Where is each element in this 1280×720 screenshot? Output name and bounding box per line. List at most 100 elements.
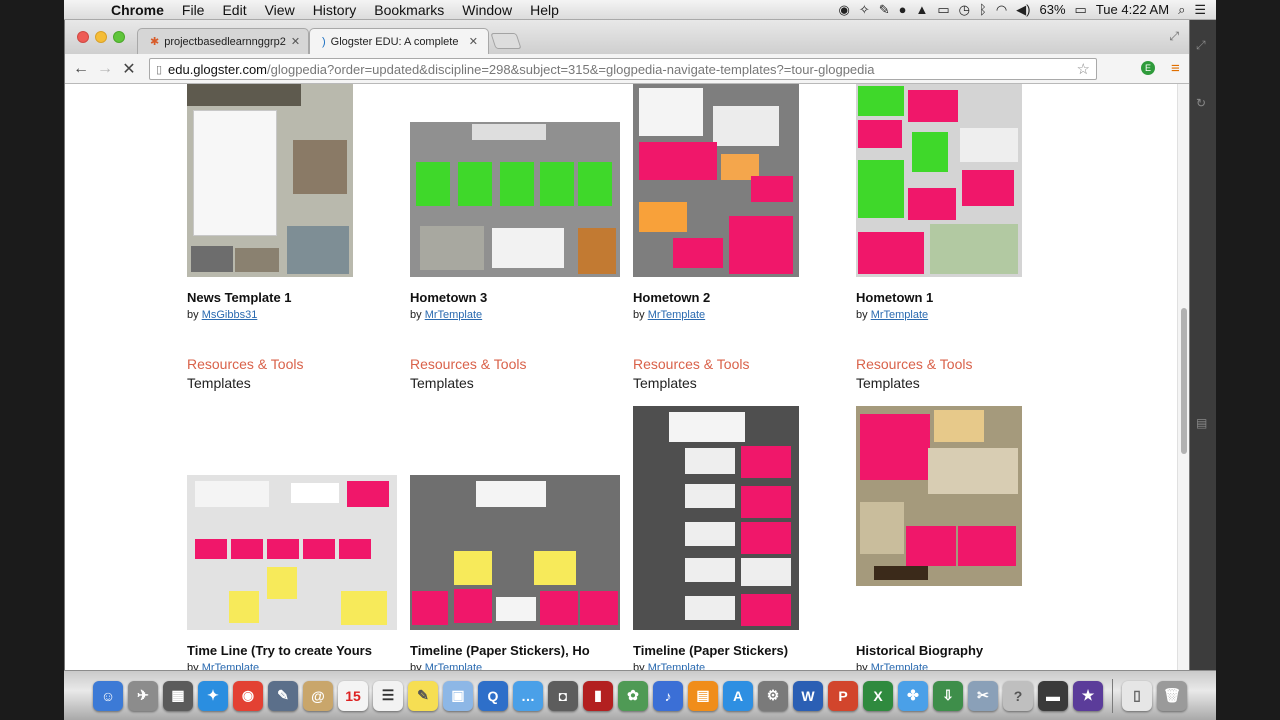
page-info-icon[interactable]: ▯	[150, 63, 168, 76]
dropbox-icon[interactable]: ✧	[859, 2, 870, 18]
glog-thumbnail[interactable]	[187, 475, 397, 630]
scrollbar-thumb[interactable]	[1181, 308, 1187, 454]
glog-thumbnail[interactable]	[410, 122, 620, 277]
glog-title-link[interactable]: Timeline (Paper Stickers)	[633, 643, 845, 658]
menu-app-chrome[interactable]: Chrome	[102, 2, 173, 18]
finder-icon[interactable]: ☺	[93, 680, 123, 711]
tab-close-icon[interactable]: ✕	[291, 35, 300, 48]
unknown-app-icon[interactable]: ?	[1003, 680, 1033, 711]
category-link[interactable]: Resources & Tools	[187, 356, 303, 372]
menu-clock[interactable]: Tue 4:22 AM	[1096, 2, 1169, 17]
utility-icon[interactable]: ✂	[968, 680, 998, 711]
terminal-icon[interactable]: ▬	[1038, 680, 1068, 711]
glog-title-link[interactable]: Hometown 2	[633, 290, 845, 305]
system-preferences-icon[interactable]: ⚙	[758, 680, 788, 711]
skype-icon[interactable]: ●	[899, 2, 907, 17]
safari-icon[interactable]: ✦	[198, 680, 228, 711]
tab-glogster[interactable]: ) Glogster EDU: A complete ✕	[309, 28, 489, 54]
menu-help[interactable]: Help	[521, 2, 568, 18]
menu-file[interactable]: File	[173, 2, 214, 18]
minimize-window-button[interactable]	[95, 31, 107, 43]
glog-title-link[interactable]: Timeline (Paper Stickers), Ho	[410, 643, 622, 658]
spotlight-search-icon[interactable]: ⌕	[1178, 2, 1185, 18]
author-link[interactable]: MsGibbs31	[202, 309, 258, 321]
zoom-window-button[interactable]	[113, 31, 125, 43]
chrome-icon[interactable]: ◉	[233, 680, 263, 711]
new-tab-button[interactable]	[490, 33, 522, 49]
bookmark-star-icon[interactable]: ☆	[1077, 60, 1096, 78]
fullscreen-icon[interactable]: ⤢	[1169, 29, 1179, 44]
volume-icon[interactable]: ◀)	[1016, 2, 1030, 18]
author-link[interactable]: MrTemplate	[871, 309, 928, 321]
documents-stack-icon[interactable]: ▯	[1122, 680, 1152, 711]
author-link[interactable]: MrTemplate	[648, 309, 705, 321]
menu-edit[interactable]: Edit	[213, 2, 255, 18]
notification-center-icon[interactable]: ☰	[1194, 2, 1206, 18]
category-link[interactable]: Resources & Tools	[856, 356, 972, 372]
category-link[interactable]: Resources & Tools	[633, 356, 749, 372]
close-window-button[interactable]	[77, 31, 89, 43]
author-link[interactable]: MrTemplate	[202, 662, 259, 670]
facetime-icon[interactable]: ◘	[548, 680, 578, 711]
glog-thumbnail[interactable]	[187, 84, 353, 277]
tab-close-icon[interactable]: ✕	[469, 35, 478, 48]
ibooks-icon[interactable]: ▤	[688, 680, 718, 711]
menu-bookmarks[interactable]: Bookmarks	[365, 2, 453, 18]
itunes-icon[interactable]: ♪	[653, 680, 683, 711]
airplay-icon[interactable]: ▭	[937, 2, 949, 18]
quicktime-icon[interactable]: Q	[478, 680, 508, 711]
messages-icon[interactable]: …	[513, 680, 543, 711]
author-link[interactable]: MrTemplate	[648, 662, 705, 670]
contacts-icon[interactable]: @	[303, 680, 333, 711]
author-link[interactable]: MrTemplate	[425, 662, 482, 670]
photo-booth-icon[interactable]: ▮	[583, 680, 613, 711]
glog-thumbnail[interactable]	[633, 84, 799, 277]
stop-loading-button[interactable]: ✕	[117, 59, 141, 79]
iphoto-icon[interactable]: ✿	[618, 680, 648, 711]
time-machine-icon[interactable]: ◷	[959, 2, 970, 18]
calendar-icon[interactable]: 15	[338, 680, 368, 711]
messenger-icon[interactable]: ✤	[898, 680, 928, 711]
glog-title-link[interactable]: Hometown 3	[410, 290, 622, 305]
author-link[interactable]: MrTemplate	[871, 662, 928, 670]
glog-title-link[interactable]: News Template 1	[187, 290, 399, 305]
back-button[interactable]: ←	[69, 60, 93, 78]
glog-title-link[interactable]: Historical Biography	[856, 643, 1068, 658]
address-bar[interactable]: ▯ edu.glogster.com /glogpedia?order=upda…	[149, 58, 1097, 80]
evernote-extension-icon[interactable]: E	[1141, 61, 1155, 75]
glog-thumbnail[interactable]	[856, 84, 1022, 277]
powerpoint-icon[interactable]: P	[828, 680, 858, 711]
glog-thumbnail[interactable]	[633, 406, 799, 630]
glog-thumbnail[interactable]	[856, 406, 1022, 586]
battery-icon[interactable]: ▭	[1075, 2, 1087, 18]
downloader-icon[interactable]: ⇩	[933, 680, 963, 711]
wifi-icon[interactable]: ◠	[996, 2, 1007, 18]
word-icon[interactable]: W	[793, 680, 823, 711]
app-store-icon[interactable]: A	[723, 680, 753, 711]
chrome-menu-icon[interactable]: ≡	[1171, 60, 1180, 77]
drive-icon[interactable]: ▲	[916, 2, 929, 17]
category-link[interactable]: Resources & Tools	[410, 356, 526, 372]
forward-button[interactable]: →	[93, 60, 117, 78]
glog-title-link[interactable]: Time Line (Try to create Yours	[187, 643, 399, 658]
glog-title-link[interactable]: Hometown 1	[856, 290, 1068, 305]
bluetooth-icon[interactable]: ᛒ	[979, 2, 987, 17]
glog-thumbnail[interactable]	[410, 475, 620, 630]
mission-control-icon[interactable]: ▦	[163, 680, 193, 711]
vertical-scrollbar[interactable]	[1177, 84, 1189, 670]
menu-view[interactable]: View	[256, 2, 304, 18]
image-capture-icon[interactable]: ✎	[268, 680, 298, 711]
reminders-icon[interactable]: ☰	[373, 680, 403, 711]
menu-history[interactable]: History	[304, 2, 366, 18]
record-icon[interactable]: ◉	[838, 2, 849, 18]
menu-window[interactable]: Window	[453, 2, 521, 18]
author-link[interactable]: MrTemplate	[425, 309, 482, 321]
tab-projectbasedlearning[interactable]: ✱ projectbasedlearnnggrp2 ✕	[137, 28, 309, 54]
evernote-icon[interactable]: ✎	[879, 2, 890, 18]
trash-icon[interactable]: 🗑	[1157, 680, 1187, 711]
imovie-icon[interactable]: ★	[1073, 680, 1103, 711]
notes-icon[interactable]: ✎	[408, 680, 438, 711]
excel-icon[interactable]: X	[863, 680, 893, 711]
launchpad-icon[interactable]: ✈	[128, 680, 158, 711]
preview-icon[interactable]: ▣	[443, 680, 473, 711]
